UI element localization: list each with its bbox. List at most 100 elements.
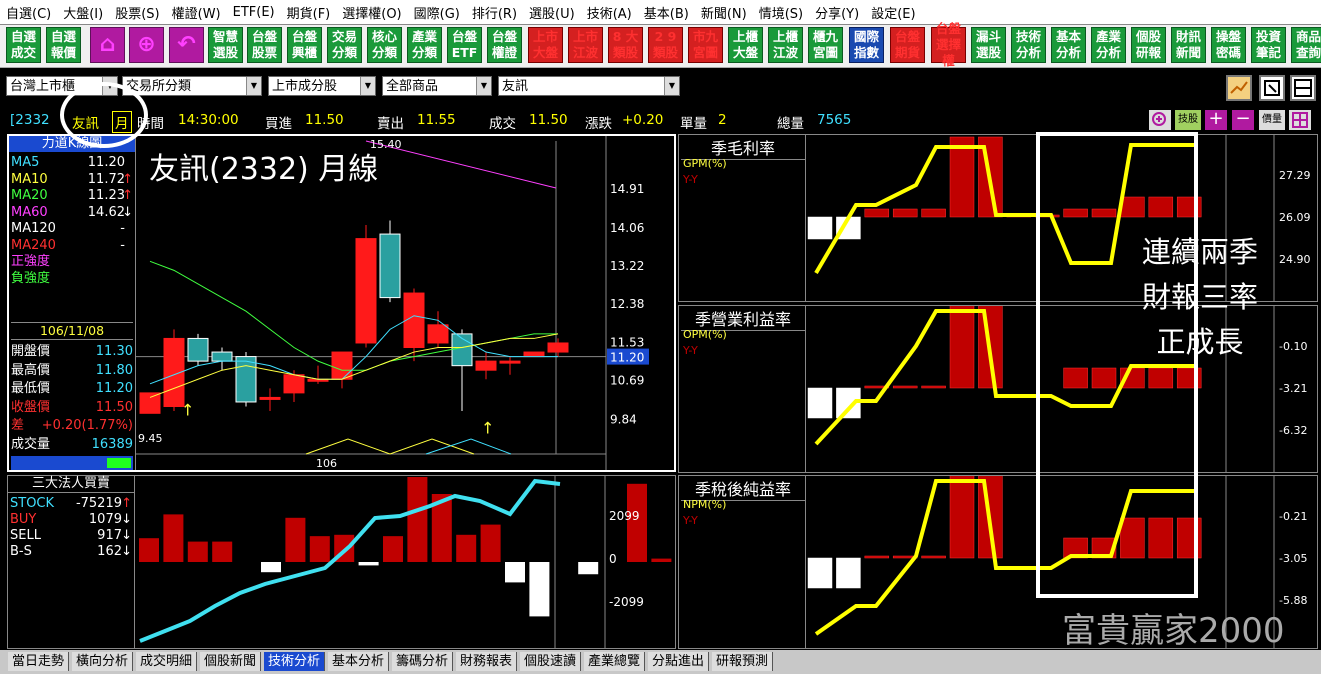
menu-item[interactable]: 選擇權(O) [336, 3, 407, 22]
toolbar-button[interactable]: 漏斗 選股 [971, 27, 1006, 63]
menu-item[interactable]: 國際(G) [408, 3, 466, 22]
toolbar-button[interactable]: 自選 成交 [6, 27, 41, 63]
toolbar-button[interactable]: 個股 研報 [1131, 27, 1166, 63]
toolbar-button[interactable]: 市九 宮圖 [688, 27, 723, 63]
tab-8[interactable]: 個股速讀 [520, 652, 582, 671]
minus-icon[interactable]: − [1232, 110, 1254, 130]
institutional-chart[interactable]: 2099 0 -2099 [135, 476, 675, 648]
toolbar-button[interactable]: 交易 分類 [327, 27, 362, 63]
candle [499, 360, 521, 364]
tech-button[interactable]: 技股 [1175, 110, 1201, 130]
toolbar-button-label: 上櫃 [772, 29, 798, 44]
tab-2[interactable]: 成交明細 [136, 652, 198, 671]
toolbar-button[interactable]: 投資 筆記 [1251, 27, 1286, 63]
menu-item[interactable]: 情境(S) [753, 3, 809, 22]
toolbar-button-label: 類股 [652, 45, 678, 60]
toolbar-button[interactable]: 台盤 權證 [487, 27, 522, 63]
toolbar-button[interactable]: 國際 指數 [849, 27, 884, 63]
menu-item[interactable]: 設定(E) [865, 3, 921, 22]
tab-7[interactable]: 財務報表 [456, 652, 518, 671]
plus-icon[interactable]: + [1205, 110, 1227, 130]
tab-3[interactable]: 個股新聞 [200, 652, 262, 671]
ohlc-value: 11.30 [95, 344, 133, 359]
price-volume-button[interactable]: 價量 [1259, 110, 1285, 130]
globe-icon[interactable]: ⊕ [129, 27, 164, 63]
selected-date: 106/11/08 [11, 322, 133, 340]
tab-0[interactable]: 當日走勢 [8, 652, 70, 671]
quote-strip: [2332 友訊 月 時間 14:30:00 買進 11.50 賣出 11.55… [0, 109, 1321, 133]
toolbar-button[interactable]: 基本 分析 [1051, 27, 1086, 63]
menu-item[interactable]: 新聞(N) [695, 3, 753, 22]
institutional-title: 三大法人買賣 [8, 476, 134, 493]
toolbar-button[interactable]: 8 大類股 [608, 27, 643, 63]
ohlc-name: 成交量 [11, 436, 51, 452]
menu-item[interactable]: 大盤(I) [57, 3, 109, 22]
toolbar-button-label: 自選 [10, 29, 36, 44]
menu-item[interactable]: 自選(C) [0, 3, 57, 22]
tab-6[interactable]: 籌碼分析 [392, 652, 454, 671]
toolbar-button[interactable]: 自選 報價 [46, 27, 81, 63]
menu-item[interactable]: 排行(R) [466, 3, 523, 22]
toolbar-button-label: 宮圖 [812, 45, 838, 60]
toolbar-button[interactable]: 產業 分析 [1091, 27, 1126, 63]
institutional-list: STOCK -75219 ↑ BUY 1079 ↓ SELL 917 ↓ B-S 162 ↓ [10, 496, 132, 560]
tab-9[interactable]: 產業總覽 [584, 652, 646, 671]
home-icon[interactable]: ⌂ [90, 27, 125, 63]
fundamental-bar [949, 306, 975, 389]
toolbar-button[interactable]: 2 9 類股 [648, 27, 683, 63]
toolbar-button[interactable]: 台盤 興櫃 [287, 27, 322, 63]
menu-item[interactable]: 技術(A) [581, 3, 638, 22]
grid-icon[interactable] [1289, 110, 1311, 130]
fundamental-tick: -6.32 [1279, 424, 1307, 437]
total-volume-value: 7565 [817, 112, 852, 128]
back-icon[interactable]: ↶ [169, 27, 204, 63]
toolbar-button[interactable]: 產業 分類 [407, 27, 442, 63]
toolbar-button[interactable]: 台盤 股票 [247, 27, 282, 63]
toolbar-button-label: 智慧 [212, 29, 238, 44]
unit-volume-value: 2 [718, 112, 727, 128]
toolbar-button[interactable]: 操盤 密碼 [1211, 27, 1246, 63]
toolbar-button[interactable]: 財訊 新聞 [1171, 27, 1206, 63]
toolbar-button[interactable]: 核心 分類 [367, 27, 402, 63]
institutional-arrow: ↑ [121, 496, 132, 511]
zoom-icon[interactable] [1149, 110, 1171, 130]
toolbar-button[interactable]: 技術 分析 [1011, 27, 1046, 63]
toolbar-button[interactable]: 上櫃 江波 [768, 27, 803, 63]
menu-item[interactable]: ETF(E) [227, 5, 281, 20]
tab-4[interactable]: 技術分析 [264, 652, 326, 671]
menu-item[interactable]: 基本(B) [638, 3, 695, 22]
listed-select[interactable]: 上市成分股 ▼ [268, 76, 376, 96]
toolbar-button[interactable]: 台盤 ETF [447, 27, 482, 63]
candle [139, 392, 161, 414]
ohlc-name: 收盤價 [11, 399, 51, 415]
toolbar-button[interactable]: 上櫃 大盤 [728, 27, 763, 63]
ohlc-row: 成交量 16389 [11, 437, 133, 456]
tab-10[interactable]: 分點進出 [648, 652, 710, 671]
toolbar-button[interactable]: 櫃九 宮圖 [808, 27, 843, 63]
layout-icon[interactable] [1290, 75, 1316, 101]
tab-5[interactable]: 基本分析 [328, 652, 390, 671]
menu-item[interactable]: 分享(Y) [809, 3, 865, 22]
ma-name: 正強度 [11, 254, 51, 269]
menu-item[interactable]: 股票(S) [109, 3, 165, 22]
toolbar-button[interactable]: 台盤 期貨 [890, 27, 925, 63]
fundamental-tick: 24.90 [1279, 253, 1311, 266]
tab-1[interactable]: 橫向分析 [72, 652, 134, 671]
menu-item[interactable]: 權證(W) [166, 3, 227, 22]
toolbar-button[interactable]: 上市 大盤 [528, 27, 563, 63]
chart-icon[interactable] [1226, 75, 1252, 101]
toolbar-button[interactable]: 商品 查詢 [1291, 27, 1321, 63]
toolbar-button[interactable]: 上市 江波 [568, 27, 603, 63]
toolbar-button[interactable]: 台盤 選擇權 [931, 21, 966, 68]
popout-icon[interactable] [1259, 75, 1285, 101]
stock-select[interactable]: 友訊 ▼ [498, 76, 680, 96]
exchange-category-select[interactable]: 交易所分類 ▼ [122, 76, 262, 96]
toolbar-button-label: 期貨 [894, 45, 920, 60]
menu-item[interactable]: 選股(U) [523, 3, 581, 22]
toolbar-button[interactable]: 智慧 選股 [208, 27, 243, 63]
tab-bar: 當日走勢 橫向分析 成交明細 個股新聞 技術分析 基本分析 籌碼分析 財務報表 個股速讀 產業總覽… [0, 650, 1321, 674]
tab-11[interactable]: 研報預測 [712, 652, 774, 671]
all-products-select[interactable]: 全部商品 ▼ [382, 76, 492, 96]
ohlc-name: 差 [11, 418, 25, 433]
menu-item[interactable]: 期貨(F) [281, 3, 337, 22]
